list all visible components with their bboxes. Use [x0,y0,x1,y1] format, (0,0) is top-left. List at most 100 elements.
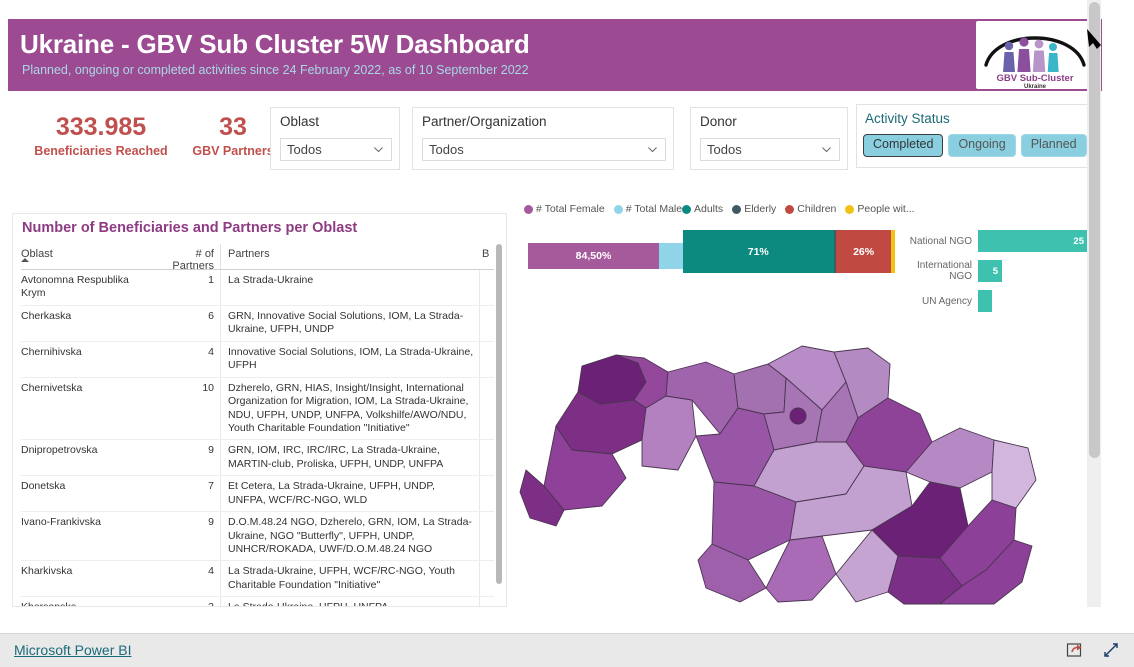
chart-partners-by-organization-type[interactable]: National NGO 25 International NGO 5 UN A… [900,228,1100,318]
legend-gender: # Total Female # Total Male [524,203,688,215]
slicer-donor[interactable]: Donor Todos [690,107,848,170]
cell-beneficiaries [480,476,494,511]
slicer-title: Partner/Organization [422,114,547,129]
legend-item-total-male[interactable]: # Total Male [613,203,682,215]
ngo-axis-label: UN Agency [921,295,972,307]
cell-beneficiaries [480,306,494,341]
ukraine-choropleth-map[interactable] [516,330,1096,607]
cell-oblast: Kharkivska [21,565,73,578]
report-header: Ukraine - GBV Sub Cluster 5W Dashboard P… [8,19,1102,91]
cell-partner-count: 6 [153,305,221,341]
slicer-value: Todos [707,142,742,157]
cell-oblast: Cherkaska [21,309,72,322]
bar-segment-people-with-disabilities[interactable] [891,230,895,273]
legend-item-total-female[interactable]: # Total Female [524,203,605,215]
oblast-shape [641,395,697,471]
slicer-dropdown[interactable]: Todos [422,138,666,161]
bar-segment-total-male[interactable] [658,243,683,269]
cell-beneficiaries [480,512,494,560]
status-button-completed[interactable]: Completed [863,134,944,157]
ngo-bar-un-agency[interactable] [978,290,992,312]
slicer-activity-status[interactable]: Activity Status Completed Ongoing Planne… [856,104,1098,168]
slicer-dropdown[interactable]: Todos [700,138,840,161]
legend-swatch-icon [613,204,623,214]
legend-label: Children [797,203,837,215]
ngo-row-international: International NGO 5 [900,260,1002,282]
table-row[interactable]: Dnipropetrovska 9 GRN, IOM, IRC, IRC/IRC, … [21,440,494,477]
chevron-down-icon [374,147,383,153]
table-vertical-scrollbar[interactable] [496,244,502,584]
table-row[interactable]: Cherkaska 6 GRN, Innovative Social Solutio… [21,305,494,342]
cell-partner-count: 9 [153,440,221,476]
slicer-partner-organization[interactable]: Partner/Organization Todos [412,107,674,170]
table-row[interactable]: Chernivetska 10 Dzherelo, GRN, HIAS, Insig… [21,377,494,441]
ngo-axis-label: National NGO [909,235,972,247]
cell-partners: La Strada-Ukraine, UFPH, WCF/RC-NGO, You… [221,561,480,597]
share-icon[interactable] [1066,641,1084,659]
cell-partner-count: 7 [153,476,221,512]
status-button-ongoing[interactable]: Ongoing [948,134,1016,157]
legend-swatch-icon [845,204,855,214]
table-row[interactable]: Avtonomna Respublika Krym 1 La Strada-Ukra… [21,270,494,306]
cell-partner-count: 3 [153,597,221,606]
cell-beneficiaries [480,597,494,606]
map-beneficiaries-by-oblast[interactable] [516,330,1096,607]
ngo-axis-label: International NGO [916,260,972,282]
page-scrollbar-thumb[interactable] [1089,2,1100,458]
slicer-oblast[interactable]: Oblast Todos [270,107,400,170]
table-row[interactable]: Ivano-Frankivska 9 D.O.M.48.24 NGO, Dzhere… [21,512,494,562]
microsoft-power-bi-link[interactable]: Microsoft Power BI [14,642,131,658]
table-row[interactable]: Chernihivska 4 Innovative Social Solutions… [21,341,494,378]
cell-oblast: Khersonska [21,597,153,606]
table-beneficiaries-per-oblast[interactable]: Number of Beneficiaries and Partners per… [12,213,507,607]
bar-segment-adults[interactable]: 71% [683,230,834,273]
cell-oblast: Ivano-Frankivska [21,516,101,529]
ngo-bar-international[interactable]: 5 [978,260,1002,282]
bar-segment-children[interactable]: 26% [836,230,892,273]
cell-partners: Dzherelo, GRN, HIAS, Insight/Insight, In… [221,377,480,440]
cell-beneficiaries [480,561,494,596]
slicer-value: Todos [287,142,322,157]
kpi-value: 333.985 [55,113,147,141]
legend-label: People wit... [857,203,915,215]
cell-oblast: Chernihivska [21,345,82,358]
oblast-shape [991,439,1037,509]
legend-item-adults[interactable]: Adults [682,203,723,215]
bar-segment-total-female[interactable]: 84,50% [528,243,659,269]
legend-swatch-icon [732,204,742,214]
status-button-planned[interactable]: Planned [1020,134,1087,157]
slicer-dropdown[interactable]: Todos [280,138,392,161]
legend-swatch-icon [524,204,533,214]
cell-partner-count: 4 [153,341,221,377]
chart-gender-breakdown[interactable]: 84,50% [528,243,683,269]
cell-partners: La Strada-Ukraine [221,270,480,305]
column-header-partners[interactable]: Partners [221,244,480,269]
legend-item-children[interactable]: Children [785,203,836,215]
column-header-oblast[interactable]: Oblast [21,244,153,269]
cell-partner-count: 4 [153,561,221,597]
legend-item-people-with-disabilities[interactable]: People wit... [845,203,915,215]
fullscreen-icon[interactable] [1102,641,1120,659]
svg-text:GBV Sub-Cluster: GBV Sub-Cluster [996,73,1073,84]
table-row[interactable]: Kharkivska 4 La Strada-Ukraine, UFPH, WCF/… [21,561,494,598]
legend-item-elderly[interactable]: Elderly [732,203,776,215]
cell-oblast: Dnipropetrovska [21,444,98,457]
report-footer: Microsoft Power BI [0,633,1134,667]
svg-text:Ukraine: Ukraine [1024,84,1047,89]
cell-partner-count: 10 [153,377,221,440]
ngo-bar-national[interactable]: 25 [978,230,1088,252]
slicer-value: Todos [429,142,464,157]
table-row[interactable]: Donetska 7 Et Cetera, La Strada-Ukraine, U… [21,476,494,513]
legend-label: Adults [694,203,724,215]
cell-partners: GRN, Innovative Social Solutions, IOM, L… [221,305,480,341]
kpi-beneficiaries-reached: 333.985 Beneficiaries Reached [22,113,180,159]
table-row[interactable]: Khersonska3La Strada-Ukraine, UFPH, UNFP… [21,597,494,606]
slicer-title: Donor [700,114,737,129]
column-header-beneficiaries[interactable]: B [480,244,494,269]
gbv-sub-cluster-logo: GBV Sub-Cluster Ukraine [976,21,1094,89]
chart-age-group-breakdown[interactable]: 71% 26% [683,230,895,273]
ngo-row-un-agency: UN Agency [900,290,992,312]
chevron-down-icon [648,147,657,153]
cell-beneficiaries [480,378,494,440]
column-header-partner-count[interactable]: # of Partners [153,244,221,272]
